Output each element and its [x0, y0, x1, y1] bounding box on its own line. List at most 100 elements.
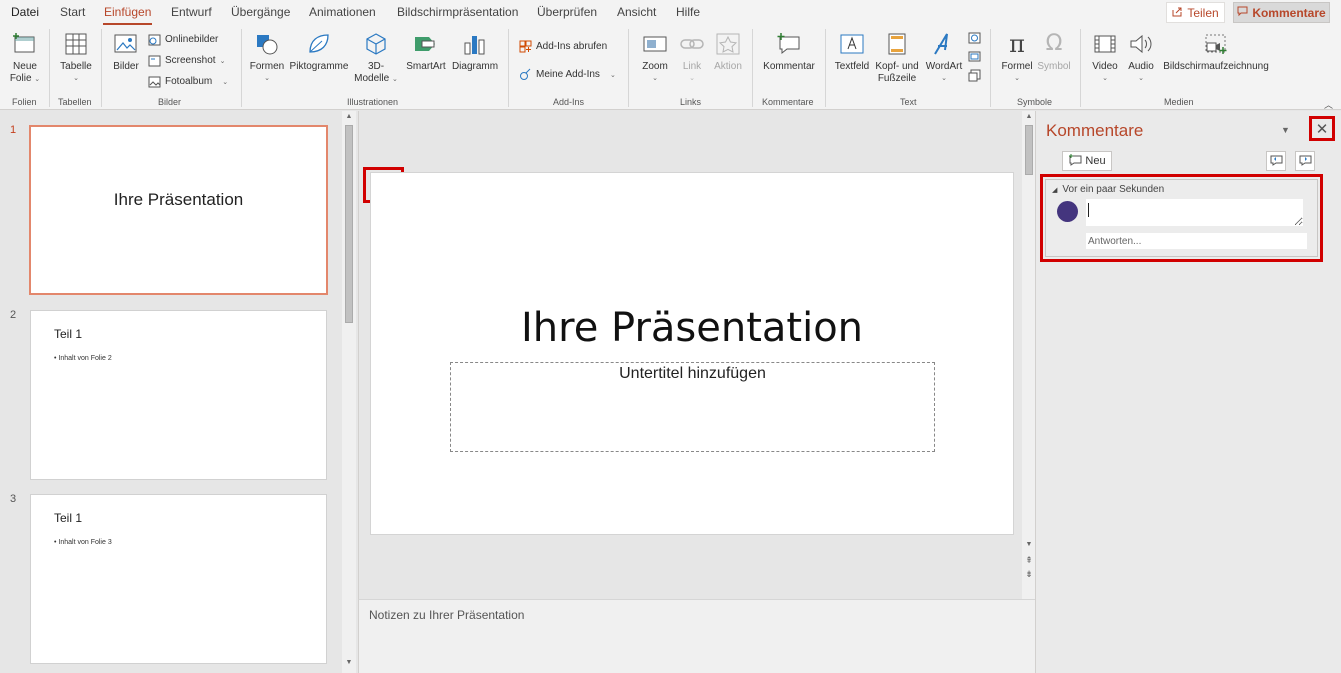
tab-ansicht[interactable]: Ansicht — [617, 5, 656, 19]
get-addins-button[interactable]: Add-Ins abrufen — [518, 40, 607, 53]
my-addins-button[interactable]: Meine Add-Ins ⌄ — [518, 68, 616, 81]
tab-ueberpruefen[interactable]: Überprüfen — [537, 5, 597, 19]
shapes-icon — [254, 31, 280, 57]
my-addins-label: Meine Add-Ins — [536, 69, 600, 80]
screenshot-button[interactable]: Screenshot ⌄ — [147, 54, 225, 67]
object-button[interactable] — [967, 69, 981, 82]
scrollbar-thumb[interactable] — [1025, 125, 1033, 175]
cube-icon — [363, 31, 389, 57]
header-footer-button[interactable]: Kopf- und Fußzeile — [872, 31, 922, 85]
scrollbar-thumb[interactable] — [345, 125, 353, 323]
3d-models-button[interactable]: 3D- Modelle ⌄ — [353, 31, 399, 86]
tab-hilfe[interactable]: Hilfe — [676, 5, 700, 19]
online-pictures-icon — [147, 33, 161, 46]
close-pane-button[interactable]: ✕ — [1309, 116, 1335, 141]
notes-pane[interactable]: Notizen zu Ihrer Präsentation — [358, 599, 1035, 673]
comment-input[interactable] — [1086, 199, 1303, 226]
slide-scrollbar[interactable]: ▲ ▼ ⇞ ⇟ — [1022, 111, 1036, 599]
shapes-caret-icon: ⌄ — [264, 75, 270, 82]
audio-label: Audio — [1128, 61, 1154, 72]
thumbnail-title: Teil 1 — [54, 511, 83, 525]
scroll-down-icon[interactable]: ▼ — [342, 659, 356, 666]
tab-bildschirmpraesentation[interactable]: Bildschirmpräsentation — [397, 5, 518, 19]
thumbnails-scrollbar[interactable]: ▲ ▼ — [342, 111, 356, 673]
table-button[interactable]: Tabelle ⌄ — [56, 31, 96, 85]
photo-album-button[interactable]: Fotoalbum ⌄ — [147, 75, 228, 88]
slide-number-button[interactable] — [967, 50, 981, 63]
tab-start[interactable]: Start — [60, 5, 85, 19]
symbol-button[interactable]: Ω Symbol — [1035, 31, 1073, 73]
my-addins-icon — [518, 68, 532, 81]
addins-store-icon — [518, 40, 532, 53]
zoom-button[interactable]: Zoom ⌄ — [638, 31, 672, 85]
thumbnail-title: Teil 1 — [54, 327, 83, 341]
subtitle-text: Untertitel hinzufügen — [619, 365, 766, 382]
audio-caret-icon: ⌄ — [1138, 75, 1144, 82]
comment-thread[interactable]: ◢ Vor ein paar Sekunden — [1040, 174, 1323, 262]
pictures-label: Bilder — [113, 61, 139, 72]
link-button[interactable]: Link ⌄ — [676, 31, 708, 85]
comments-pane: Kommentare ▼ ✕ Neu ◢ Vor ein paar Sekund… — [1035, 111, 1341, 673]
new-comment-icon — [776, 31, 802, 57]
reply-input[interactable] — [1086, 233, 1307, 249]
collapse-ribbon-icon[interactable]: ︿ — [1324, 98, 1333, 111]
scroll-down-icon[interactable]: ▼ — [1022, 541, 1036, 548]
object-icon — [967, 69, 981, 82]
photo-album-icon — [147, 75, 161, 88]
new-slide-button[interactable]: Neue Folie ⌄ — [6, 31, 44, 86]
slide-thumbnail-3[interactable]: Teil 1 • Inhalt von Folie 3 — [30, 494, 327, 664]
slide-title[interactable]: Ihre Präsentation — [371, 305, 1013, 351]
chart-button[interactable]: Diagramm — [449, 31, 501, 73]
tab-datei[interactable]: Datei — [11, 5, 39, 19]
scroll-up-icon[interactable]: ▲ — [1022, 113, 1036, 120]
equation-button[interactable]: π Formel ⌄ — [997, 31, 1037, 85]
screen-recording-icon — [1203, 31, 1229, 57]
3d-models-label-1: 3D- — [367, 61, 385, 72]
next-slide-icon[interactable]: ⇟ — [1022, 569, 1036, 580]
comment-button[interactable]: Kommentar — [758, 31, 820, 73]
equation-label: Formel — [1001, 61, 1033, 72]
smartart-label: SmartArt — [406, 61, 446, 72]
audio-button[interactable]: Audio ⌄ — [1124, 31, 1158, 85]
wordart-caret-icon: ⌄ — [941, 75, 947, 82]
comments-toggle-button[interactable]: Kommentare — [1233, 2, 1330, 23]
new-comment-button[interactable]: Neu — [1062, 151, 1112, 171]
ribbon-separator — [990, 29, 991, 107]
video-label: Video — [1092, 61, 1118, 72]
online-pictures-button[interactable]: Onlinebilder — [147, 33, 218, 46]
notes-text[interactable]: Notizen zu Ihrer Präsentation — [369, 608, 524, 622]
video-button[interactable]: Video ⌄ — [1088, 31, 1122, 85]
previous-slide-icon[interactable]: ⇞ — [1022, 555, 1036, 566]
slide-thumbnail-2[interactable]: Teil 1 • Inhalt von Folie 2 — [30, 310, 327, 480]
group-label-kommentare: Kommentare — [762, 97, 814, 107]
ribbon: Neue Folie ⌄ Folien Tabelle ⌄ Tabellen B… — [0, 25, 1341, 110]
subtitle-placeholder[interactable]: Untertitel hinzufügen — [450, 362, 935, 452]
pane-options-icon[interactable]: ▼ — [1281, 125, 1290, 135]
textbox-button[interactable]: Textfeld — [832, 31, 872, 73]
icons-button[interactable]: Piktogramme — [285, 31, 353, 73]
collapse-triangle-icon[interactable]: ◢ — [1052, 186, 1057, 194]
comments-pane-title: Kommentare — [1046, 121, 1144, 140]
zoom-caret-icon: ⌄ — [652, 75, 658, 82]
previous-comment-button[interactable] — [1266, 151, 1286, 171]
tab-einfuegen[interactable]: Einfügen — [102, 5, 153, 25]
slide-canvas[interactable]: Ihre Präsentation Untertitel hinzufügen — [370, 172, 1014, 535]
action-button[interactable]: Aktion — [710, 31, 746, 73]
screen-recording-button[interactable]: Bildschirmaufzeichnung — [1160, 31, 1272, 73]
tab-uebergaenge[interactable]: Übergänge — [231, 5, 290, 19]
pictures-button[interactable]: Bilder — [108, 31, 144, 73]
previous-comment-icon — [1270, 154, 1283, 169]
new-slide-icon — [12, 31, 38, 57]
tab-animationen[interactable]: Animationen — [309, 5, 376, 19]
scroll-up-icon[interactable]: ▲ — [342, 113, 356, 120]
shapes-button[interactable]: Formen ⌄ — [247, 31, 287, 85]
wordart-button[interactable]: WordArt ⌄ — [923, 31, 965, 85]
next-comment-button[interactable] — [1295, 151, 1315, 171]
new-slide-label-1: Neue — [13, 61, 37, 72]
date-time-button[interactable] — [967, 31, 981, 44]
smartart-button[interactable]: SmartArt — [403, 31, 449, 73]
share-button[interactable]: Teilen — [1166, 2, 1225, 23]
slide-thumbnail-1[interactable]: Ihre Präsentation — [29, 125, 328, 295]
tab-entwurf[interactable]: Entwurf — [171, 5, 212, 19]
equation-caret-icon: ⌄ — [1014, 75, 1020, 82]
